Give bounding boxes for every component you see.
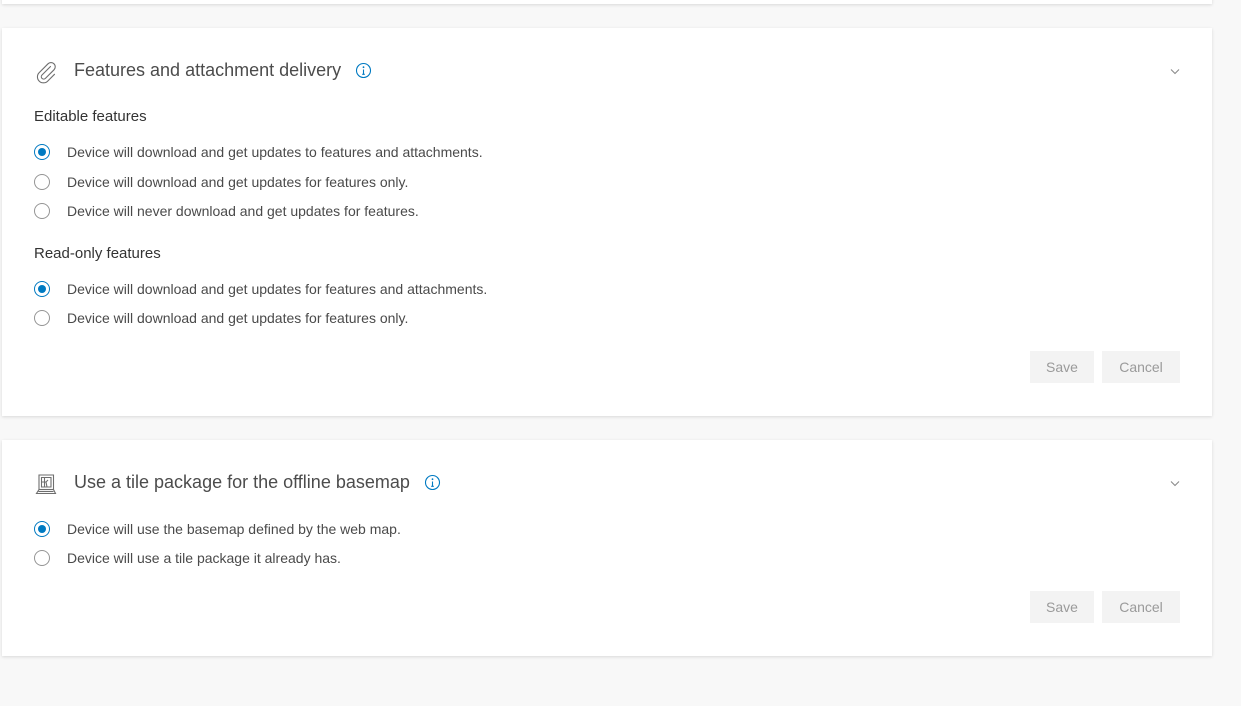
editable-option-features-attachments[interactable]: Device will download and get updates to … [34,142,483,162]
save-button[interactable]: Save [1030,591,1094,623]
radio-label: Device will download and get updates for… [67,310,409,326]
radio-label: Device will download and get updates for… [67,174,409,190]
cancel-button[interactable]: Cancel [1102,591,1180,623]
radio-button[interactable] [34,550,50,566]
features-card-title: Features and attachment delivery [74,60,372,81]
map-book-icon [34,472,58,496]
tile-title-text: Use a tile package for the offline basem… [74,472,410,492]
radio-label: Device will download and get updates to … [67,144,483,160]
radio-label: Device will use a tile package it alread… [67,550,341,566]
radio-button[interactable] [34,144,50,160]
tile-option-web-map-basemap[interactable]: Device will use the basemap defined by t… [34,519,401,539]
editable-features-label: Editable features [34,108,147,125]
tile-card-title: Use a tile package for the offline basem… [74,472,441,493]
readonly-features-label: Read-only features [34,245,161,262]
chevron-down-icon[interactable] [1168,64,1182,78]
info-icon[interactable] [355,62,372,79]
features-title-text: Features and attachment delivery [74,60,342,80]
tile-package-card: Use a tile package for the offline basem… [2,440,1212,656]
editable-option-features-only[interactable]: Device will download and get updates for… [34,172,408,192]
chevron-down-icon[interactable] [1168,476,1182,490]
previous-section-card [2,0,1212,4]
features-delivery-card: Features and attachment delivery Editabl… [2,28,1212,416]
tile-card-header[interactable]: Use a tile package for the offline basem… [2,468,1212,500]
radio-button[interactable] [34,310,50,326]
cancel-button[interactable]: Cancel [1102,351,1180,383]
features-card-header[interactable]: Features and attachment delivery [2,56,1212,88]
readonly-option-features-attachments[interactable]: Device will download and get updates for… [34,279,487,299]
paperclip-icon [34,60,58,84]
radio-button[interactable] [34,521,50,537]
radio-label: Device will never download and get updat… [67,203,419,219]
info-icon[interactable] [424,474,441,491]
radio-label: Device will use the basemap defined by t… [67,521,401,537]
radio-label: Device will download and get updates for… [67,281,488,297]
readonly-option-features-only[interactable]: Device will download and get updates for… [34,308,408,328]
editable-option-never[interactable]: Device will never download and get updat… [34,201,419,221]
radio-button[interactable] [34,203,50,219]
tile-option-existing-package[interactable]: Device will use a tile package it alread… [34,548,341,568]
radio-button[interactable] [34,174,50,190]
radio-button[interactable] [34,281,50,297]
save-button[interactable]: Save [1030,351,1094,383]
